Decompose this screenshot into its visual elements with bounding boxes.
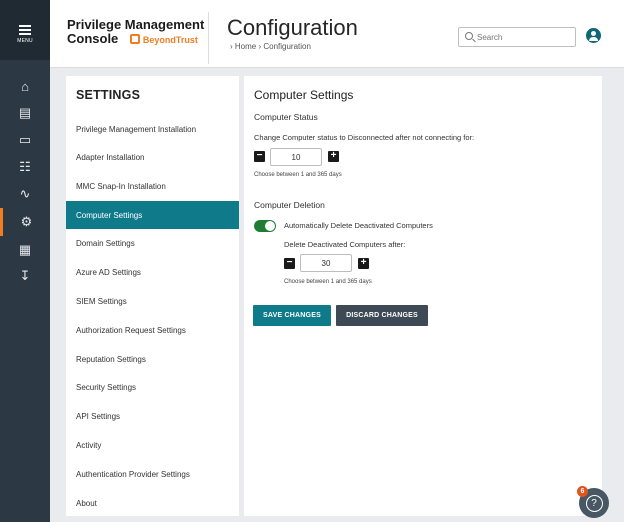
gears-icon[interactable]: ⚙ bbox=[0, 208, 50, 236]
section-title: Computer Settings bbox=[254, 88, 354, 102]
vendor-logo: BeyondTrust bbox=[129, 34, 198, 45]
settings-item-authentication-provider-settings[interactable]: Authentication Provider Settings bbox=[66, 460, 239, 488]
brand-line1: Privilege Management bbox=[67, 17, 205, 32]
settings-item-adapter-installation[interactable]: Adapter Installation bbox=[66, 143, 239, 171]
settings-item-mmc-snap-in-installation[interactable]: MMC Snap-In Installation bbox=[66, 172, 239, 200]
status-days-field[interactable]: 10 bbox=[270, 148, 322, 166]
page-title: Configuration bbox=[227, 15, 358, 40]
status-decrement-button[interactable]: − bbox=[254, 151, 265, 162]
vendor-name: BeyondTrust bbox=[142, 35, 198, 45]
search-box[interactable] bbox=[458, 27, 576, 47]
settings-panel: SETTINGS Privilege Management Installati… bbox=[66, 76, 239, 516]
delete-after-label: Delete Deactivated Computers after: bbox=[284, 240, 406, 249]
computer-icon[interactable]: ▭ bbox=[0, 126, 50, 154]
delete-days-hint: Choose between 1 and 365 days bbox=[284, 279, 372, 285]
status-days-hint: Choose between 1 and 365 days bbox=[254, 172, 342, 178]
auto-delete-label: Automatically Delete Deactivated Compute… bbox=[284, 221, 433, 230]
menu-button[interactable]: MENU bbox=[0, 0, 50, 60]
settings-item-authorization-request-settings[interactable]: Authorization Request Settings bbox=[66, 316, 239, 344]
computer-status-heading: Computer Status bbox=[254, 112, 318, 122]
settings-item-computer-settings[interactable]: Computer Settings bbox=[66, 201, 239, 229]
top-header: Privilege Management Console BeyondTrust… bbox=[50, 0, 624, 68]
auto-delete-toggle[interactable] bbox=[254, 220, 276, 232]
hamburger-icon bbox=[19, 25, 31, 37]
org-chart-icon[interactable]: ☷ bbox=[0, 153, 50, 181]
settings-item-siem-settings[interactable]: SIEM Settings bbox=[66, 287, 239, 315]
settings-heading: SETTINGS bbox=[76, 88, 141, 102]
settings-item-azure-ad-settings[interactable]: Azure AD Settings bbox=[66, 258, 239, 286]
menu-label: MENU bbox=[17, 38, 33, 44]
settings-item-domain-settings[interactable]: Domain Settings bbox=[66, 229, 239, 257]
search-input[interactable] bbox=[477, 31, 573, 44]
delete-decrement-button[interactable]: − bbox=[284, 258, 295, 269]
vendor-logo-icon bbox=[129, 34, 140, 44]
delete-days-field[interactable]: 30 bbox=[300, 254, 352, 272]
settings-item-security-settings[interactable]: Security Settings bbox=[66, 373, 239, 401]
settings-item-privilege-management-installation[interactable]: Privilege Management Installation bbox=[66, 115, 239, 143]
status-description: Change Computer status to Disconnected a… bbox=[254, 133, 475, 142]
brand-logo[interactable]: Privilege Management Console BeyondTrust bbox=[67, 18, 204, 47]
discard-changes-button[interactable]: DISCARD CHANGES bbox=[336, 305, 428, 326]
delete-increment-button[interactable]: + bbox=[358, 258, 369, 269]
help-question-icon: ? bbox=[585, 494, 603, 512]
brand-line2: Console bbox=[67, 31, 119, 46]
settings-item-api-settings[interactable]: API Settings bbox=[66, 402, 239, 430]
search-icon bbox=[465, 32, 473, 40]
clipboard-icon[interactable]: ▦ bbox=[0, 236, 50, 264]
header-divider bbox=[208, 12, 209, 64]
analytics-icon[interactable]: ∿ bbox=[0, 180, 50, 208]
settings-item-about[interactable]: About bbox=[66, 489, 239, 517]
user-list-icon[interactable]: ▤ bbox=[0, 99, 50, 127]
computer-settings-panel: Computer Settings Computer Status Change… bbox=[244, 76, 602, 516]
download-tray-icon[interactable]: ↧ bbox=[0, 262, 50, 290]
icon-rail: MENU ⌂ ▤ ▭ ☷ ∿ ⚙ ▦ ↧ bbox=[0, 0, 50, 522]
status-increment-button[interactable]: + bbox=[328, 151, 339, 162]
computer-deletion-heading: Computer Deletion bbox=[254, 200, 325, 210]
breadcrumb[interactable]: › Home › Configuration bbox=[230, 42, 311, 51]
user-avatar-icon[interactable] bbox=[586, 28, 601, 43]
settings-item-activity[interactable]: Activity bbox=[66, 431, 239, 459]
save-changes-button[interactable]: SAVE CHANGES bbox=[253, 305, 331, 326]
settings-item-reputation-settings[interactable]: Reputation Settings bbox=[66, 345, 239, 373]
home-icon[interactable]: ⌂ bbox=[0, 72, 50, 100]
notification-badge: 6 bbox=[577, 486, 588, 497]
